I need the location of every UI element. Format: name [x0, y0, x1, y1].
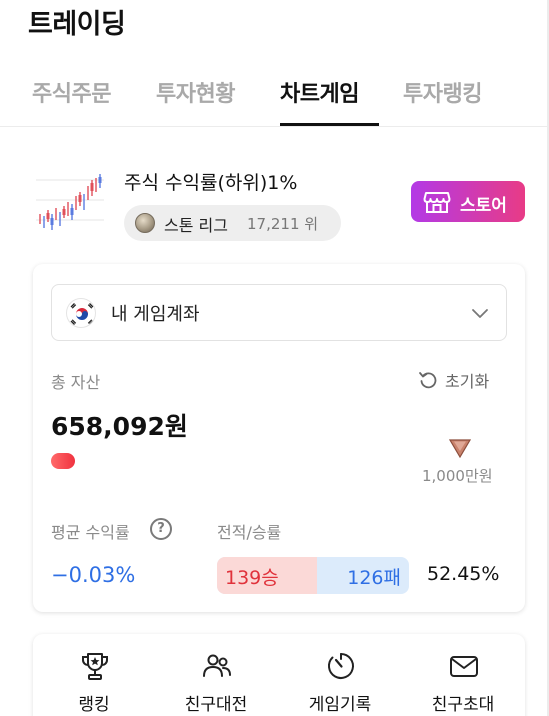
league-profile: 주식 수익률(하위)1% 스톤 리그 17,211 위 스토어: [0, 130, 547, 250]
total-assets-label: 총 자산: [51, 373, 101, 392]
store-label: 스토어: [460, 196, 507, 216]
total-assets-value: 658,092원: [51, 412, 188, 441]
account-selector-label: 내 게임계좌: [111, 304, 200, 325]
tab-stock-order[interactable]: 주식주문: [32, 76, 111, 108]
tab-bar: 주식주문 투자현황 차트게임 투자랭킹: [0, 70, 547, 127]
menu-friend-battle-label: 친구대전: [184, 695, 248, 715]
tab-investment-status[interactable]: 투자현황: [156, 76, 235, 108]
store-icon: [423, 192, 451, 213]
help-icon[interactable]: ?: [150, 518, 172, 540]
game-account-card: 내 게임계좌 총 자산 초기화 658,092원 1,000만원 평균 수익률 …: [33, 264, 525, 612]
wins-count: 139승: [225, 567, 279, 589]
win-loss-bar: 139승 126패: [217, 557, 409, 594]
reset-button[interactable]: 초기화: [418, 368, 508, 391]
friends-icon: [203, 654, 231, 677]
menu-friend-battle[interactable]: 친구대전: [161, 634, 271, 716]
average-return-label: 평균 수익률: [51, 523, 130, 542]
quick-menu: 랭킹 친구대전 게임기록 친구초대: [33, 634, 525, 716]
store-button[interactable]: 스토어: [411, 181, 525, 222]
tab-investment-ranking[interactable]: 투자랭킹: [403, 76, 482, 108]
losses-count: 126패: [347, 567, 401, 589]
account-selector[interactable]: 내 게임계좌: [51, 284, 507, 341]
trophy-icon: [81, 653, 109, 680]
record-label: 전적/승률: [217, 523, 282, 542]
active-tab-indicator: [280, 123, 379, 126]
timer-icon: [328, 653, 354, 679]
tab-chart-game[interactable]: 차트게임: [280, 76, 359, 108]
reset-label: 초기화: [445, 372, 490, 391]
win-rate: 52.45%: [427, 563, 500, 585]
league-rank: 17,211 위: [247, 215, 319, 233]
chart-thumbnail-icon: [36, 174, 104, 230]
menu-ranking[interactable]: 랭킹: [39, 634, 149, 716]
menu-ranking-label: 랭킹: [78, 695, 110, 715]
reset-icon: [419, 372, 437, 389]
tier-amount: 1,000만원: [422, 467, 493, 485]
menu-invite-friend[interactable]: 친구초대: [408, 634, 518, 716]
menu-game-history-label: 게임기록: [308, 695, 372, 715]
average-return-value: −0.03%: [51, 563, 136, 587]
league-rank-badge[interactable]: 스톤 리그 17,211 위: [124, 205, 341, 241]
korea-flag-icon: [66, 298, 96, 328]
menu-game-history[interactable]: 게임기록: [285, 634, 395, 716]
league-title: 주식 수익률(하위)1%: [124, 172, 298, 194]
tier-gem-icon: [449, 439, 471, 458]
status-badge: [51, 453, 75, 469]
mail-icon: [450, 656, 478, 677]
stone-medal-icon: [135, 213, 155, 233]
page-title: 트레이딩: [28, 9, 126, 40]
chevron-down-icon: [472, 309, 488, 318]
menu-invite-friend-label: 친구초대: [431, 695, 495, 715]
league-name: 스톤 리그: [164, 216, 228, 235]
